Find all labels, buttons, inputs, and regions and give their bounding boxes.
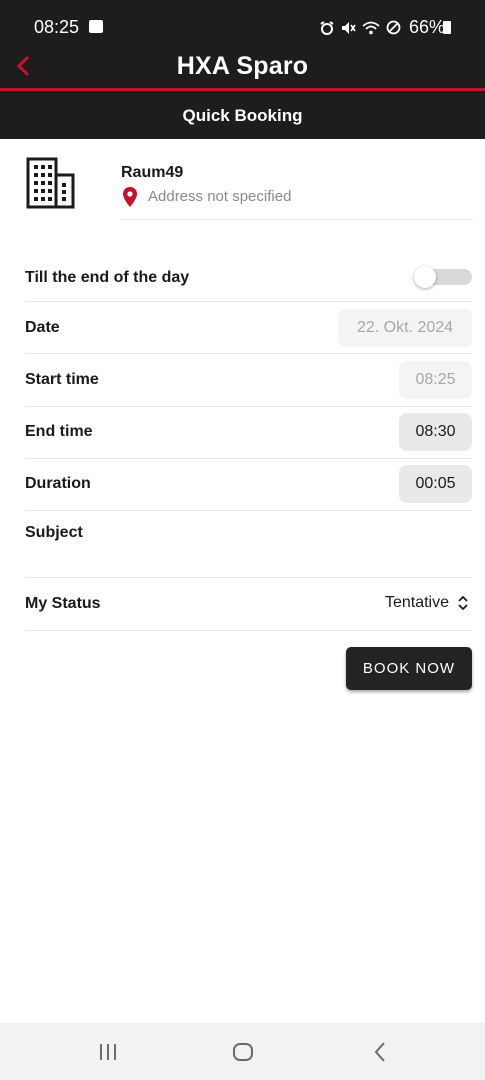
status-icons: 66% <box>320 17 445 38</box>
system-back-button[interactable] <box>365 1039 395 1065</box>
room-name: Raum49 <box>121 164 184 181</box>
status-time: 08:25 <box>34 17 80 37</box>
recent-apps-icon <box>100 1044 116 1060</box>
building-icon <box>26 157 75 209</box>
back-arrow-icon <box>374 1042 385 1062</box>
date-label: Date <box>25 319 60 336</box>
wifi-icon <box>362 21 380 34</box>
home-icon <box>233 1043 253 1061</box>
do-not-disturb-icon <box>386 20 401 35</box>
divider <box>25 510 472 511</box>
my-status-select[interactable]: Tentative <box>385 594 469 612</box>
header-accent-line <box>0 88 485 91</box>
battery-icon <box>443 21 451 34</box>
app-title: HXA Sparo <box>176 52 309 80</box>
divider <box>25 353 472 354</box>
end-time-label: End time <box>25 423 93 440</box>
divider <box>25 406 472 407</box>
duration-field[interactable]: 00:05 <box>399 465 472 503</box>
system-navigation-bar <box>0 1023 485 1080</box>
subject-input[interactable] <box>25 546 472 576</box>
chevron-up-down-icon <box>458 595 468 611</box>
page-title: Quick Booking <box>182 106 303 125</box>
till-end-of-day-label: Till the end of the day <box>25 269 190 286</box>
toggle-knob <box>414 266 436 288</box>
date-field[interactable]: 22. Okt. 2024 <box>338 309 472 347</box>
recent-apps-button[interactable] <box>93 1039 123 1065</box>
divider <box>25 577 472 578</box>
my-status-value: Tentative <box>384 594 449 611</box>
home-button[interactable] <box>228 1039 258 1065</box>
subject-label: Subject <box>25 524 83 541</box>
app-header: 08:25 66% HXA Sparo Quick Booking <box>0 0 485 139</box>
book-now-button[interactable]: BOOK NOW <box>346 647 472 690</box>
battery-percent: 66% <box>408 17 445 37</box>
till-end-of-day-toggle[interactable] <box>414 266 472 288</box>
end-time-field[interactable]: 08:30 <box>399 413 472 451</box>
start-time-field[interactable]: 08:25 <box>399 361 472 399</box>
alarm-icon <box>320 20 334 35</box>
start-time-label: Start time <box>25 371 99 388</box>
room-address: Address not specified <box>148 188 292 205</box>
duration-label: Duration <box>25 475 91 492</box>
my-status-label: My Status <box>25 595 101 612</box>
divider <box>25 301 472 302</box>
location-pin-icon <box>123 187 137 207</box>
divider <box>25 630 472 631</box>
divider <box>121 219 473 220</box>
gallery-notification-icon <box>89 20 103 33</box>
status-bar: 08:25 66% <box>0 0 485 52</box>
mute-icon <box>341 21 356 34</box>
divider <box>25 458 472 459</box>
